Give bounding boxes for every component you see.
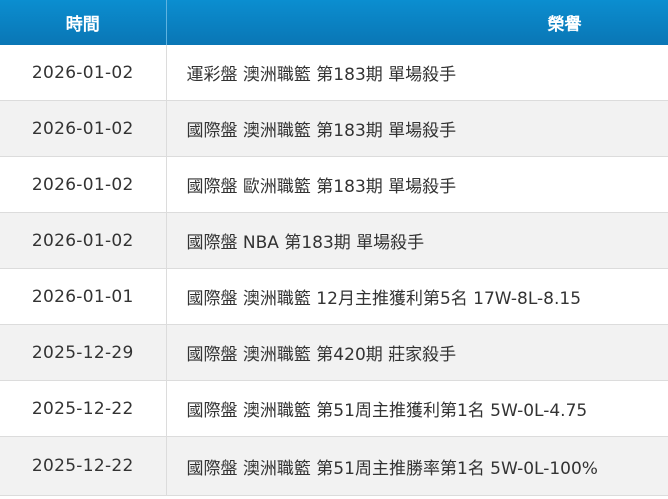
row-date: 2025-12-22	[0, 380, 167, 437]
row-honor: 國際盤 歐洲職籃 第183期 單場殺手	[166, 156, 668, 213]
row-date: 2026-01-02	[0, 100, 167, 157]
row-honor: 運彩盤 澳洲職籃 第183期 單場殺手	[166, 45, 668, 101]
table-row: 2026-01-02 國際盤 澳洲職籃 第183期 單場殺手	[0, 100, 668, 157]
row-honor: 國際盤 NBA 第183期 單場殺手	[166, 212, 668, 269]
row-honor: 國際盤 澳洲職籃 第420期 莊家殺手	[166, 324, 668, 381]
table-row: 2025-12-22 國際盤 澳洲職籃 第51周主推勝率第1名 5W-0L-10…	[0, 436, 668, 496]
table-row: 2026-01-02 國際盤 歐洲職籃 第183期 單場殺手	[0, 156, 668, 213]
row-honor: 國際盤 澳洲職籃 第183期 單場殺手	[166, 100, 668, 157]
table-row: 2026-01-01 國際盤 澳洲職籃 12月主推獲利第5名 17W-8L-8.…	[0, 268, 668, 325]
row-date: 2026-01-01	[0, 268, 167, 325]
honors-table: 時間 榮譽 2026-01-02 運彩盤 澳洲職籃 第183期 單場殺手 202…	[0, 0, 668, 496]
table-header: 時間 榮譽	[0, 0, 668, 45]
row-honor: 國際盤 澳洲職籃 第51周主推獲利第1名 5W-0L-4.75	[166, 380, 668, 437]
row-honor: 國際盤 澳洲職籃 第51周主推勝率第1名 5W-0L-100%	[166, 436, 668, 496]
row-date: 2026-01-02	[0, 45, 167, 101]
honor-column-header: 榮譽	[166, 0, 668, 45]
table-body: 2026-01-02 運彩盤 澳洲職籃 第183期 單場殺手 2026-01-0…	[0, 45, 668, 496]
table-row: 2026-01-02 國際盤 NBA 第183期 單場殺手	[0, 212, 668, 269]
row-honor: 國際盤 澳洲職籃 12月主推獲利第5名 17W-8L-8.15	[166, 268, 668, 325]
date-column-header: 時間	[0, 0, 167, 45]
table-row: 2025-12-22 國際盤 澳洲職籃 第51周主推獲利第1名 5W-0L-4.…	[0, 380, 668, 437]
table-row: 2026-01-02 運彩盤 澳洲職籃 第183期 單場殺手	[0, 45, 668, 101]
row-date: 2025-12-29	[0, 324, 167, 381]
table-row: 2025-12-29 國際盤 澳洲職籃 第420期 莊家殺手	[0, 324, 668, 381]
row-date: 2026-01-02	[0, 212, 167, 269]
row-date: 2025-12-22	[0, 436, 167, 496]
row-date: 2026-01-02	[0, 156, 167, 213]
